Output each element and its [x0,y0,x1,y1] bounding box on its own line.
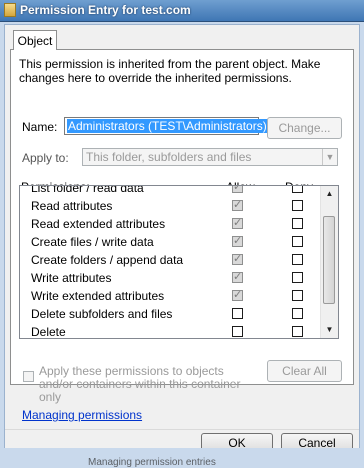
managing-permissions-link[interactable]: Managing permissions [22,408,142,422]
permissions-list[interactable]: List folder / read data Read attributes Re… [19,185,339,339]
scroll-down-icon[interactable]: ▼ [322,322,337,338]
allow-checkbox[interactable] [232,186,243,194]
dialog-client: Object This permission is inherited from… [4,24,360,453]
clear-all-label: Clear All [282,364,327,378]
deny-checkbox[interactable] [292,272,303,283]
change-button[interactable]: Change... [267,117,342,139]
permission-label: Write attributes [31,271,112,285]
name-field[interactable]: Administrators (TEST\Administrators) [64,117,268,135]
apply-to-value: This folder, subfolders and files [86,150,252,164]
permission-label: Write extended attributes [31,289,165,303]
apply-within-label: Apply these permissions to objects and/o… [39,364,241,404]
inheritance-notice: This permission is inherited from the pa… [19,57,321,85]
deny-checkbox[interactable] [292,236,303,247]
permission-label: Read extended attributes [31,217,166,231]
folder-icon [4,3,16,17]
tab-object[interactable]: Object [13,30,57,50]
scroll-thumb[interactable] [323,216,335,304]
tab-object-label: Object [17,33,53,48]
allow-checkbox[interactable] [232,308,243,319]
allow-checkbox[interactable] [232,326,243,337]
permission-row: List folder / read data [20,185,323,197]
allow-checkbox[interactable] [232,216,243,230]
allow-checkbox[interactable] [232,270,243,284]
window-title: Permission Entry for test.com [20,3,191,17]
deny-checkbox[interactable] [292,200,303,211]
clear-all-button[interactable]: Clear All [267,360,342,382]
permission-row: Create files / write data [20,233,323,251]
scroll-up-icon[interactable]: ▲ [322,186,337,202]
permission-row: Delete [20,323,323,339]
permission-label: Delete [31,325,66,339]
apply-to-select[interactable]: This folder, subfolders and files ▼ [82,148,338,166]
deny-checkbox[interactable] [292,308,303,319]
permission-label: Delete subfolders and files [31,307,173,321]
apply-to-label: Apply to: [22,151,69,165]
permission-label: Create folders / append data [31,253,184,267]
background-window-text: Managing permission entries [88,457,216,468]
permission-row: Write attributes [20,269,323,287]
permission-row: Read attributes [20,197,323,215]
deny-checkbox[interactable] [292,218,303,229]
allow-checkbox[interactable] [232,288,243,302]
allow-checkbox[interactable] [232,252,243,266]
vertical-scrollbar[interactable]: ▲ ▼ [320,186,338,338]
deny-checkbox[interactable] [292,326,303,337]
apply-within-checkbox[interactable] [23,371,34,382]
dropdown-arrow-icon[interactable]: ▼ [322,149,337,165]
permission-row: Read extended attributes [20,215,323,233]
background-window: Managing permission entries [0,448,364,468]
permission-row: Create folders / append data [20,251,323,269]
permission-row: Delete subfolders and files [20,305,323,323]
permission-label: List folder / read data [31,185,144,195]
permission-label: Read attributes [31,199,113,213]
change-button-label: Change... [278,121,331,135]
allow-checkbox[interactable] [232,198,243,212]
window-frame: Object This permission is inherited from… [0,22,364,468]
title-bar[interactable]: Permission Entry for test.com [0,0,364,22]
permission-label: Create files / write data [31,235,154,249]
deny-checkbox[interactable] [292,186,303,193]
allow-checkbox[interactable] [232,234,243,248]
deny-checkbox[interactable] [292,290,303,301]
deny-checkbox[interactable] [292,254,303,265]
name-label: Name: [22,120,58,134]
permission-row: Write extended attributes [20,287,323,305]
name-value: Administrators (TEST\Administrators) [67,119,268,133]
